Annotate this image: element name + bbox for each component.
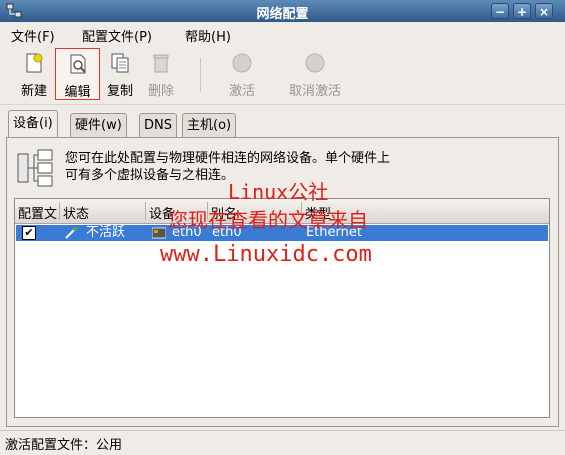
menu-file[interactable]: 文件(F): [11, 26, 55, 45]
network-device-icon: [17, 149, 53, 187]
header-separator: [145, 202, 146, 220]
activate-icon: [232, 53, 252, 73]
toolbar: 新建 编辑 复制 删除 激活 取消激活: [0, 46, 565, 105]
deactivate-icon: [305, 53, 325, 73]
new-label: 新建: [20, 84, 47, 99]
minimize-button[interactable]: −: [491, 3, 509, 19]
ethernet-card-icon: [152, 227, 166, 239]
copy-label: 复制: [106, 84, 133, 99]
new-button[interactable]: 新建: [14, 48, 54, 100]
edit-button[interactable]: 编辑: [55, 48, 100, 100]
tab-hardware[interactable]: 硬件(w): [70, 113, 127, 137]
delete-label: 删除: [147, 84, 174, 99]
edit-icon: [70, 54, 86, 74]
menu-help[interactable]: 帮助(H): [185, 26, 231, 45]
delete-button[interactable]: 删除: [142, 48, 180, 100]
activate-label: 激活: [228, 84, 255, 99]
close-button[interactable]: ×: [535, 3, 553, 19]
title-bar[interactable]: 网络配置 − + ×: [0, 0, 565, 22]
maximize-button[interactable]: +: [513, 3, 531, 19]
edit-label: 编辑: [64, 85, 91, 100]
inactive-status-icon: [65, 227, 77, 239]
header-separator: [59, 202, 60, 220]
watermark-line-2: 您现在查看的文章来自: [168, 208, 368, 232]
trash-icon: [153, 54, 169, 73]
menu-bar: 文件(F) 配置文件(P) 帮助(H): [0, 22, 565, 46]
header-profile[interactable]: 配置文: [18, 203, 57, 222]
row-status: 不活跃: [86, 225, 126, 240]
copy-icon: [111, 53, 129, 73]
new-file-icon: [26, 53, 43, 73]
header-status[interactable]: 状态: [63, 203, 89, 222]
watermark-line-3: www.Linuxidc.com: [160, 242, 372, 267]
menu-profile[interactable]: 配置文件(P): [82, 26, 152, 45]
toolbar-separator: [200, 58, 201, 92]
activate-button[interactable]: 激活: [220, 48, 264, 100]
watermark-line-1: Linux公社: [228, 180, 329, 204]
tab-devices[interactable]: 设备(i): [8, 110, 58, 138]
window-title: 网络配置: [256, 7, 309, 22]
description-line-1: 您可在此处配置与物理硬件相连的网络设备。单个硬件上: [65, 151, 391, 166]
copy-button[interactable]: 复制: [101, 48, 139, 100]
deactivate-button[interactable]: 取消激活: [280, 48, 350, 100]
tab-dns[interactable]: DNS: [139, 113, 177, 137]
tab-hosts[interactable]: 主机(o): [182, 113, 237, 137]
status-bar: 激活配置文件：公用: [0, 430, 565, 455]
profile-checkbox[interactable]: ✔: [22, 226, 36, 240]
status-text: 激活配置文件：公用: [5, 438, 123, 453]
deactivate-label: 取消激活: [288, 84, 341, 99]
